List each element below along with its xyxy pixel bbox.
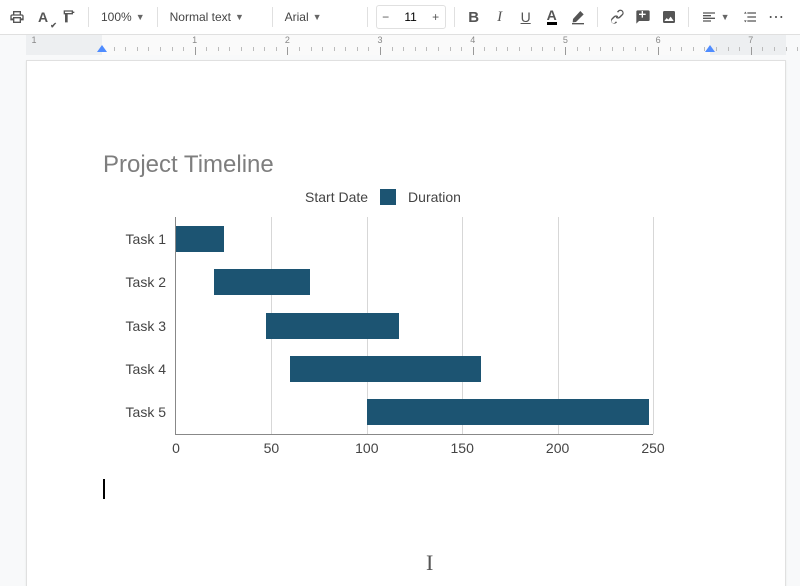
chart-project-timeline[interactable]: Project Timeline Start Date Duration 050… xyxy=(103,151,663,461)
font-size-stepper: − + xyxy=(376,5,446,29)
chart-title: Project Timeline xyxy=(103,151,663,179)
increase-size-button[interactable]: + xyxy=(427,7,445,27)
chevron-down-icon: ▼ xyxy=(721,12,730,22)
spellcheck-icon[interactable]: A✔ xyxy=(32,5,54,29)
text-cursor xyxy=(103,479,105,499)
font-size-input[interactable] xyxy=(395,9,427,25)
chart-legend: Start Date Duration xyxy=(103,189,663,205)
underline-button[interactable]: U xyxy=(515,5,537,29)
y-tick-label: Task 2 xyxy=(126,274,176,290)
zoom-dropdown[interactable]: 100% ▼ xyxy=(97,5,149,29)
editor-workspace: Project Timeline Start Date Duration 050… xyxy=(0,54,800,586)
y-tick-label: Task 3 xyxy=(126,318,176,334)
italic-button[interactable]: I xyxy=(489,5,511,29)
x-tick-label: 100 xyxy=(355,434,378,456)
x-tick-label: 0 xyxy=(172,434,180,456)
toolbar-separator xyxy=(367,7,368,27)
toolbar-separator xyxy=(157,7,158,27)
x-tick-label: 150 xyxy=(451,434,474,456)
x-tick-label: 200 xyxy=(546,434,569,456)
chart-bar[interactable] xyxy=(367,399,649,425)
toolbar-separator xyxy=(272,7,273,27)
x-tick-label: 250 xyxy=(641,434,664,456)
formatting-toolbar: A✔ 100% ▼ Normal text ▼ Arial ▼ − + B I … xyxy=(0,0,800,35)
line-spacing-dropdown[interactable] xyxy=(738,5,762,29)
toolbar-separator xyxy=(597,7,598,27)
paint-format-icon[interactable] xyxy=(58,5,80,29)
chevron-down-icon: ▼ xyxy=(136,12,145,22)
chart-plot-area: 050100150200250Task 1Task 2Task 3Task 4T… xyxy=(175,217,653,435)
add-comment-icon[interactable] xyxy=(632,5,654,29)
chart-bar[interactable] xyxy=(214,269,309,295)
toolbar-separator xyxy=(88,7,89,27)
more-icon[interactable]: ⋯ xyxy=(766,5,788,29)
legend-swatch-duration xyxy=(380,189,396,205)
ibeam-cursor-icon: I xyxy=(426,550,433,576)
ruler[interactable]: 11234567 xyxy=(0,35,800,55)
font-value: Arial xyxy=(285,10,309,24)
chevron-down-icon: ▼ xyxy=(313,12,322,22)
legend-label: Duration xyxy=(408,189,461,205)
decrease-size-button[interactable]: − xyxy=(377,7,395,27)
toolbar-separator xyxy=(454,7,455,27)
text-color-button[interactable]: A xyxy=(541,5,563,29)
chart-bar[interactable] xyxy=(176,226,224,252)
document-page[interactable]: Project Timeline Start Date Duration 050… xyxy=(26,60,786,586)
style-dropdown[interactable]: Normal text ▼ xyxy=(166,5,264,29)
chevron-down-icon: ▼ xyxy=(235,12,244,22)
legend-label: Start Date xyxy=(305,189,368,205)
toolbar-separator xyxy=(688,7,689,27)
y-tick-label: Task 4 xyxy=(126,361,176,377)
y-tick-label: Task 5 xyxy=(126,404,176,420)
font-dropdown[interactable]: Arial ▼ xyxy=(281,5,359,29)
chart-bar[interactable] xyxy=(290,356,481,382)
x-tick-label: 50 xyxy=(264,434,280,456)
print-icon[interactable] xyxy=(6,5,28,29)
highlight-button[interactable] xyxy=(567,5,589,29)
zoom-value: 100% xyxy=(101,10,132,24)
align-dropdown[interactable]: ▼ xyxy=(697,5,734,29)
style-value: Normal text xyxy=(170,10,231,24)
bold-button[interactable]: B xyxy=(463,5,485,29)
insert-link-icon[interactable] xyxy=(606,5,628,29)
y-tick-label: Task 1 xyxy=(126,231,176,247)
insert-image-icon[interactable] xyxy=(658,5,680,29)
chart-bar[interactable] xyxy=(266,313,400,339)
